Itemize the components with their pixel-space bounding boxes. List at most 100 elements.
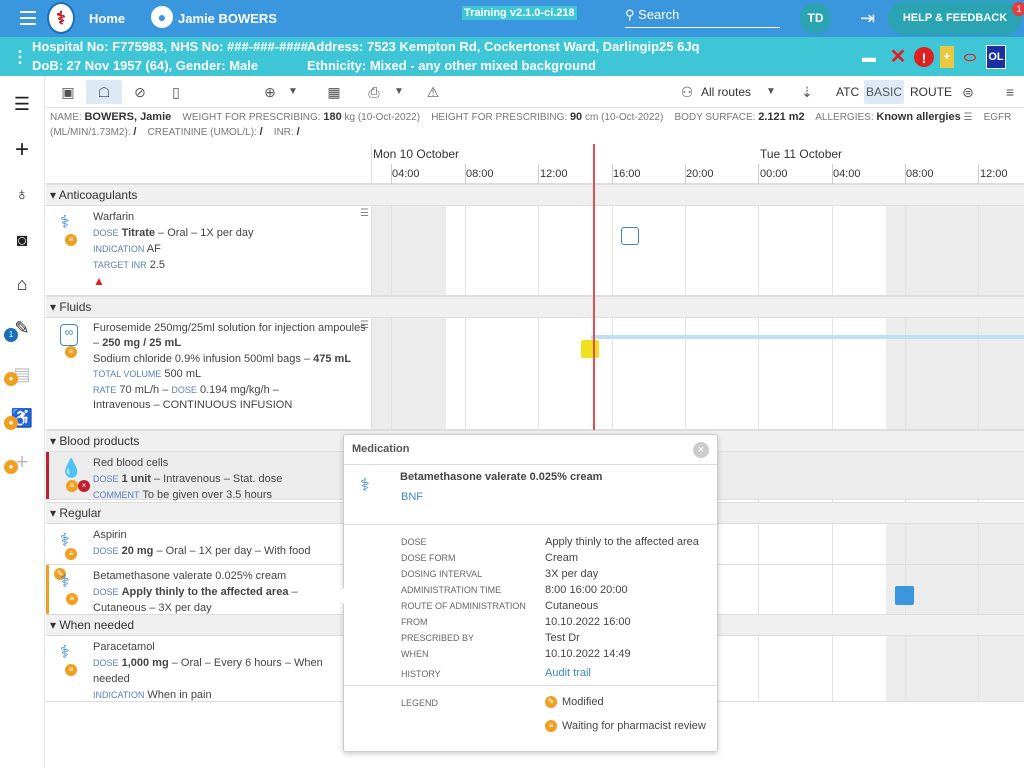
history-label: HISTORY — [401, 669, 441, 679]
dose-detail: – Oral – 1X per day – With food — [156, 545, 311, 557]
sort-icon[interactable]: ⇣ — [798, 80, 816, 104]
target-inr-value: 2.5 — [149, 259, 166, 271]
chart-toolbar: ▣ ☖ ⊘ ▯ ⊕ ▼ ▦ ⎙ ▼ ⚠ ⚇ All routes ▼ ⇣ ATC… — [46, 76, 1024, 108]
document-icon[interactable]: ▯ — [166, 80, 186, 104]
detail-label: PRESCRIBED BY — [401, 633, 475, 643]
administration-view-icon[interactable]: ☖ — [86, 80, 122, 104]
audit-trail-link[interactable]: Audit trail — [545, 667, 591, 679]
weight-unit: kg (10-Oct-2022) — [344, 112, 421, 123]
medication-info[interactable]: 💧 ≡ × Red blood cells DOSE 1 unit – Intr… — [46, 452, 372, 501]
stethoscope-icon[interactable]: ♁ — [10, 182, 34, 206]
capsule-icon[interactable]: ⊜ — [958, 80, 978, 104]
calendar-add-icon[interactable]: ▦ — [324, 80, 344, 104]
detail-label: FROM — [401, 617, 428, 627]
infusion-bar[interactable] — [591, 335, 1024, 339]
search-label: Search — [638, 7, 680, 22]
bed-icon[interactable]: ▬ — [856, 46, 882, 68]
medication-info[interactable]: ⚕ ≡ ☰ Warfarin DOSE Titrate – Oral – 1X … — [46, 206, 372, 295]
medication-bottle-icon[interactable]: + — [940, 46, 954, 68]
no-entry-icon[interactable]: ⊘ — [130, 80, 150, 104]
popup-arrow — [336, 588, 344, 604]
lock-icon: ● — [4, 460, 18, 474]
chart-view-icon[interactable]: ▣ — [58, 80, 78, 104]
basic-view-button[interactable]: BASIC — [864, 80, 904, 104]
infusion-start-marker[interactable] — [581, 340, 599, 358]
dose-value: Apply thinly to the affected area — [121, 586, 289, 598]
hour-label: 08:00 — [906, 168, 934, 180]
more-vertical-icon[interactable]: ⋮ — [12, 47, 28, 67]
hour-label: 04:00 — [833, 168, 861, 180]
warning-icon[interactable]: ▲ — [93, 273, 368, 289]
medication-row-warfarin[interactable]: ⚕ ≡ ☰ Warfarin DOSE Titrate – Oral – 1X … — [46, 206, 1024, 296]
route-view-button[interactable]: ROUTE — [910, 85, 952, 99]
height-value: 90 — [569, 111, 583, 123]
pill-icon[interactable]: ⬭ — [960, 46, 980, 68]
menu-icon[interactable] — [20, 11, 36, 25]
home-health-icon[interactable]: ⌂ — [10, 272, 34, 296]
medication-info[interactable]: ⚕ ≡ Aspirin DOSE 20 mg – Oral – 1X per d… — [46, 524, 372, 564]
help-notification-badge: 1 — [1012, 2, 1024, 16]
user-avatar[interactable]: TD — [800, 3, 831, 34]
inr-label: INR: — [273, 127, 294, 138]
warning-icon[interactable]: ⚠ — [423, 80, 443, 104]
detail-label: ADMINISTRATION TIME — [401, 585, 502, 595]
dose-label: DOSE — [171, 384, 197, 395]
creatinine-value: / — [259, 126, 263, 138]
help-feedback-button[interactable]: HELP & FEEDBACK — [888, 1, 1022, 35]
dose-label: DOSE — [93, 546, 119, 556]
patient-banner: ⋮ Hospital No: F775983, NHS No: ###-###-… — [0, 37, 1024, 76]
pharmacist-review-icon: ≡ — [65, 234, 77, 246]
section-label: Anticoagulants — [58, 188, 138, 202]
administered-dose-marker[interactable] — [895, 586, 914, 605]
logout-icon[interactable]: ⇥ — [860, 9, 875, 27]
pharmacist-review-icon: ≡ — [65, 548, 77, 560]
close-icon[interactable]: × — [693, 442, 709, 458]
patient-name[interactable]: Jamie BOWERS — [178, 11, 277, 26]
camera-icon[interactable]: ◙ — [10, 228, 34, 252]
pharmacist-review-icon: ≡ — [545, 720, 557, 732]
hour-label: 08:00 — [466, 168, 494, 180]
alert-icon[interactable]: ! — [914, 47, 934, 67]
medication-row-fluids[interactable]: ∞ ≡ ☰ Furosemide 250mg/25ml solution for… — [46, 318, 1024, 430]
chevron-down-icon[interactable]: ▼ — [286, 80, 300, 104]
legend-label: LEGEND — [401, 698, 439, 708]
add-medication-icon[interactable]: ⊕ — [258, 80, 282, 104]
medication-info[interactable]: ∞ ≡ ☰ Furosemide 250mg/25ml solution for… — [46, 318, 372, 429]
dose-label: DOSE — [93, 587, 119, 597]
dose-detail: – — [291, 586, 298, 598]
popup-title: Medication — [352, 443, 410, 455]
home-link[interactable]: Home — [89, 11, 125, 26]
dose-label: DOSE — [93, 228, 119, 238]
atc-view-button[interactable]: ATC — [836, 85, 859, 99]
allergy-value[interactable]: Known allergies — [876, 111, 960, 123]
search-field[interactable]: ⚲ Search — [625, 6, 780, 28]
day-label-tue: Tue 11 October — [760, 147, 843, 161]
no-resuscitation-icon[interactable]: ✕ — [888, 46, 908, 68]
routes-select[interactable]: All routes — [701, 85, 751, 99]
current-time-line — [593, 144, 595, 184]
chevron-down-icon[interactable]: ▼ — [392, 80, 406, 104]
bnf-link[interactable]: BNF — [401, 491, 423, 503]
print-icon[interactable]: ⎙ — [364, 80, 384, 104]
pharmacist-review-icon: ≡ — [65, 664, 77, 676]
ol-badge[interactable]: OL — [986, 45, 1006, 69]
app-logo-icon[interactable]: ⚕ — [47, 2, 75, 34]
detail-value: Test Dr — [545, 632, 580, 644]
section-label: When needed — [59, 618, 135, 632]
bsa-label: BODY SURFACE: — [674, 112, 756, 123]
scheduled-dose-marker[interactable] — [621, 227, 639, 245]
hour-label: 04:00 — [392, 168, 420, 180]
bsa-value: 2.121 m2 — [758, 111, 805, 123]
chevron-down-icon[interactable]: ▼ — [764, 80, 778, 104]
name-label: NAME: — [50, 112, 82, 123]
hamburger-menu-icon[interactable]: ≡ — [1000, 80, 1020, 104]
section-anticoagulants[interactable]: ▾ Anticoagulants — [46, 184, 1024, 206]
detail-label: WHEN — [401, 649, 429, 659]
section-fluids[interactable]: ▾ Fluids — [46, 296, 1024, 318]
medication-info[interactable]: ⚕ ≡ Paracetamol DOSE 1,000 mg – Oral – E… — [46, 636, 372, 701]
detail-value: Apply thinly to the affected area — [545, 536, 699, 548]
add-icon[interactable]: + — [10, 138, 34, 162]
legend-pharmacist-review: Waiting for pharmacist review — [562, 720, 706, 732]
comment-value: To be given over 3.5 hours — [142, 489, 272, 501]
list-icon[interactable]: ☰ — [10, 92, 34, 116]
